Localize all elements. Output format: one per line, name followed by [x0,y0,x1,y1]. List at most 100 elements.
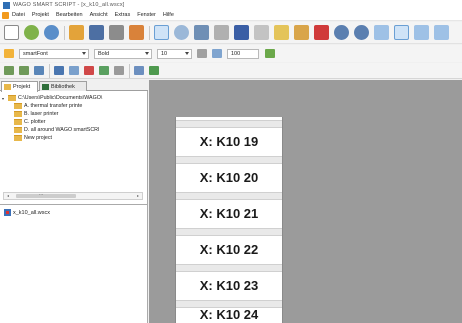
print-icon[interactable] [129,25,144,40]
collapse-icon[interactable]: ▾ [2,96,7,101]
toolbar-separator [149,25,150,40]
menu-datei[interactable]: Datei [12,12,25,18]
tree-root[interactable]: ▾ C:\Users\Public\Documents\WAGO\ [2,95,102,101]
tree-item-label: A. thermal transfer printe [24,103,83,109]
save-icon[interactable] [89,25,104,40]
edit-icon[interactable] [194,25,209,40]
refresh-icon[interactable] [99,66,109,75]
tree-horizontal-scrollbar[interactable]: ◂ ... ▸ [3,191,143,200]
menu-extras[interactable]: Extras [115,12,131,18]
import-icon[interactable] [54,66,64,75]
weight-select[interactable]: Bold [94,48,152,59]
document-icon [4,209,11,216]
file-list-item[interactable]: x_k10_all.wscx [4,209,50,216]
tree-item[interactable]: B. laser printer [14,111,58,117]
table-icon[interactable] [114,66,124,75]
filter-icon[interactable] [34,66,44,75]
marker-strip: X: K10 19 X: K10 20 X: K10 21 X: K10 22 … [175,117,283,323]
grid-icon[interactable] [234,25,249,40]
tree-item-label: B. laser printer [24,111,59,117]
marker-label[interactable]: X: K10 20 [176,164,282,191]
strip-separator [176,264,282,272]
strip-separator [176,156,282,164]
project-icon [4,84,11,90]
copy-icon[interactable] [274,25,289,40]
scrollbar-thumb[interactable] [16,194,76,198]
layout-active-icon[interactable] [394,25,409,40]
structure-icon[interactable] [4,66,14,75]
select-arrow-icon[interactable] [154,25,169,40]
remove-icon[interactable] [84,66,94,75]
app-icon [3,1,10,9]
folder-icon [14,135,22,141]
tab-bibliothek[interactable]: Bibliothek [39,81,87,91]
strip-separator [176,120,282,128]
weight-select-value: Bold [98,50,110,57]
align-icon[interactable] [197,49,207,58]
panel-tabs: Projekt Bibliothek [0,80,148,92]
size-select-value: 10 [161,50,168,57]
menu-projekt[interactable]: Projekt [32,12,49,18]
scrollbar-grip: ... [39,191,44,197]
toolbar-separator [64,25,65,40]
tree-icon[interactable] [134,66,144,75]
tree-item[interactable]: D. all around WAGO smartSCRI [14,127,99,133]
app-window: WAGO SMART SCRIPT - [x_k10_all.wscx] Dat… [0,0,462,323]
marker-label[interactable]: X: K10 22 [176,236,282,263]
cut-icon[interactable] [69,25,84,40]
color-icon[interactable] [265,49,275,58]
marker-label[interactable]: X: K10 24 [176,306,282,323]
undo-icon[interactable] [334,25,349,40]
file-list-item-label: x_k10_all.wscx [13,209,50,216]
barcode-icon[interactable] [214,25,229,40]
folder-icon [14,127,22,133]
structure-icon[interactable] [19,66,29,75]
marker-label[interactable]: X: K10 21 [176,200,282,227]
connect-icon[interactable] [44,25,59,40]
panel-divider[interactable] [0,204,148,205]
main-toolbar [0,22,462,44]
format-toolbar: smartFont Bold 10 100 [0,45,462,62]
scroll-right-icon[interactable]: ▸ [134,193,142,199]
layout-icon[interactable] [434,25,449,40]
strip-separator [176,228,282,236]
menu-logo-icon[interactable] [2,11,9,19]
menu-hilfe[interactable]: Hilfe [163,12,174,18]
properties-icon[interactable] [254,25,269,40]
zoom-input[interactable]: 100 [227,48,259,59]
font-select[interactable]: smartFont [19,48,89,59]
layout-icon[interactable] [374,25,389,40]
tree-item-label: New project [24,135,52,141]
chevron-down-icon [145,51,149,55]
window-title: WAGO SMART SCRIPT - [x_k10_all.wscx] [13,2,125,8]
zoom-icon[interactable] [174,25,189,40]
menu-ansicht[interactable]: Ansicht [90,12,108,18]
tree-item[interactable]: A. thermal transfer printe [14,103,82,109]
menu-fenster[interactable]: Fenster [137,12,156,18]
project-panel: Projekt Bibliothek ▾ C:\Users\Public\Doc… [0,80,148,323]
print-preview-icon[interactable] [109,25,124,40]
scroll-left-icon[interactable]: ◂ [4,193,12,199]
tree-item-label: C. plotter [24,119,46,125]
tab-projekt-label: Projekt [13,84,31,90]
tree-item[interactable]: New project [14,135,52,141]
export-icon[interactable] [69,66,79,75]
marker-label[interactable]: X: K10 23 [176,272,282,299]
toolbar-separator [49,63,50,78]
label-icon[interactable] [149,66,159,75]
redo-icon[interactable] [354,25,369,40]
tree-item[interactable]: C. plotter [14,119,46,125]
layout-icon[interactable] [414,25,429,40]
delete-icon[interactable] [314,25,329,40]
paste-icon[interactable] [294,25,309,40]
rotate-icon[interactable] [212,49,222,58]
marker-label[interactable]: X: K10 19 [176,128,282,155]
new-file-icon[interactable] [4,25,19,40]
size-select[interactable]: 10 [157,48,192,59]
menu-bearbeiten[interactable]: Bearbeiten [56,12,83,18]
tab-projekt[interactable]: Projekt [1,81,38,92]
font-select-value: smartFont [23,50,48,57]
text-tool-icon[interactable] [4,49,14,58]
open-icon[interactable] [24,25,39,40]
title-bar: WAGO SMART SCRIPT - [x_k10_all.wscx] [0,0,462,10]
